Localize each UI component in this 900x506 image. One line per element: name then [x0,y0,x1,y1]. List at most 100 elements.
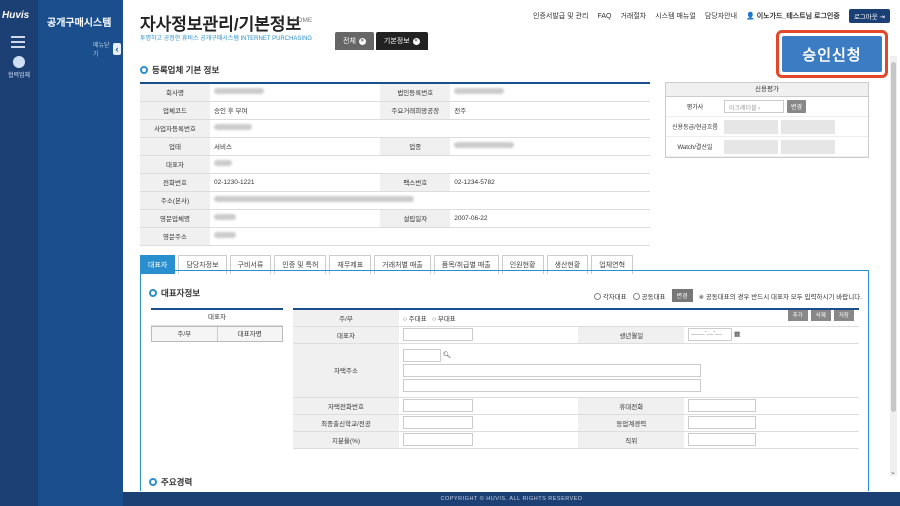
watch-label: Watch/결산일 [677,145,713,151]
tab-all[interactable]: 전체 ✕ [335,32,374,50]
radio-sub[interactable]: ○ 부대표 [432,316,456,323]
table-row: 영문업체명 설립일자 2007-06-22 [140,209,650,228]
rep-name-input[interactable] [403,328,473,341]
cell-label: 업체코드 [140,101,210,120]
radio-joint[interactable]: 공동대표 [632,291,666,301]
home-tel-input[interactable] [403,399,473,412]
search-icon[interactable]: 🔍︎ [443,352,451,359]
credit-grade-row: 신용등급/현금흐름 [666,117,868,137]
tab-basic-info[interactable]: 기본정보 ✕ [375,32,428,50]
cell-value: 승인 후 부여 [210,101,381,120]
vertical-scrollbar[interactable]: ⌄ [890,56,897,476]
cell-label: 대표자 [293,326,399,344]
career-input[interactable] [688,416,757,429]
cashflow-field [781,119,835,134]
rep-change-button[interactable]: 변경 [671,289,693,302]
radio-circle-icon [632,293,640,301]
col-rep-name: 대표자명 [216,327,283,341]
rep-section-title: 대표자정보 [149,287,200,299]
radio-label: 각자대표 [602,293,627,301]
mobile-input[interactable] [688,399,757,412]
redacted-value [214,124,252,130]
cell-value [684,397,859,415]
cell-label: 전화번호 [140,173,210,192]
grade-field [724,119,778,134]
table-row: 자택전화번호 휴대전화 [293,397,859,415]
nav-contact[interactable]: 담당자안내 [705,11,737,21]
cell-label: 주요거래희망공장 [380,101,451,120]
cell-label: 주소(본사) [140,191,210,210]
approve-request-button[interactable]: 승인신청 [782,36,882,72]
system-brand: 공개구매시스템 [47,18,112,29]
table-row: 업태 서비스 업종 [140,137,650,156]
share-input[interactable] [403,433,473,446]
birth-input[interactable]: ____-__-__ [688,328,733,341]
agency-change-button[interactable]: 변경 [787,100,807,113]
position-input[interactable] [688,433,757,446]
scroll-thumb[interactable] [891,62,896,412]
table-row: 주소(본사) [140,191,650,210]
logout-button[interactable]: 로그아웃 ⇥ [848,9,890,23]
table-row: 대표자 [140,155,650,174]
table-row: 영문주소 [140,227,650,246]
zip-input[interactable] [403,348,441,362]
cell-label: 대표자 [140,155,210,174]
calendar-icon[interactable]: ▦ [734,331,740,338]
main-sub-radios: ○ 주대표 ○ 부대표 [399,309,859,327]
biz-reg-value [210,119,650,138]
hamburger-menu-icon[interactable] [11,36,25,51]
cell-value: 2007-06-22 [450,209,650,228]
table-row: 회사명 법인등록번호 [140,83,650,102]
watch-field [724,139,778,154]
credit-agency-row: 평가사 이크레더블 › 변경 [666,97,868,117]
cell-label: 업태 [140,137,210,156]
rep-note: ※ 공동대표의 경우 반드시 대표자 모두 입력하시기 바랍니다. [698,293,862,301]
nav-cert[interactable]: 인증서발급 및 관리 [533,11,588,21]
radio-individual[interactable]: 각자대표 [593,291,627,301]
redacted-value [214,196,414,202]
radio-main[interactable]: ○ 주대표 [403,316,427,323]
company-info-table: 회사명 법인등록번호 업체코드 승인 후 부여 주요거래희망공장 전주 사업자등록번호 … [140,82,650,246]
partner-nav-label: 협력업체 [7,73,31,79]
cell-label: 설립일자 [380,209,451,228]
agency-label: 평가사 [686,105,704,111]
cell-label: 영문업체명 [140,209,210,228]
cell-value: 전주 [450,101,650,120]
career-section-title: 주요경력 [149,476,192,488]
settle-field [781,139,835,154]
approve-request-highlight: 승인신청 [776,30,888,78]
cell-label: 휴대전화 [578,397,685,415]
close-icon[interactable]: ✕ [412,37,420,45]
partner-nav[interactable]: 협력업체 [0,56,38,79]
table-row: 최종출신학교/전공 동업계경력 [293,414,859,432]
close-icon[interactable]: ✕ [358,37,366,45]
section-ring-icon [149,289,157,297]
cell-label: 생년월일 [578,326,685,344]
address2-input[interactable] [403,378,701,392]
menu-toggle[interactable]: 메뉴닫기 ‹ [93,42,123,58]
cell-label: 자택전화번호 [293,397,399,415]
rep-type-options: 각자대표 공동대표 변경 ※ 공동대표의 경우 반드시 대표자 모두 입력하시기… [593,289,862,302]
agency-select[interactable]: 이크레더블 › [724,100,784,113]
rep-title-text: 대표자정보 [161,288,201,298]
redacted-value [214,88,264,95]
eng-address-value [210,227,650,246]
cell-value [399,397,579,415]
home-breadcrumb[interactable]: ⌂ HOME [287,17,312,24]
chevron-down-icon[interactable]: ⌄ [890,468,896,476]
school-input[interactable] [403,416,473,429]
rep-list-columns: 주/부 대표자명 [151,326,283,342]
rep-list: 대표자 주/부 대표자명 [151,308,283,342]
address1-input[interactable] [403,363,701,377]
table-row: 자택주소 🔍︎ [293,343,859,398]
nav-faq[interactable]: FAQ [597,13,611,20]
nav-manual[interactable]: 시스템 매뉴얼 [655,11,696,21]
eng-name-value [210,209,381,228]
grade-label: 신용등급/현금흐름 [672,125,718,131]
page-subtitle: 투명하고 공정한 휴비스 공개구매시스템 INTERNET PURCHASING [140,36,313,42]
rep-list-head: 대표자 [151,310,283,326]
nav-process[interactable]: 거래절차 [620,11,646,21]
table-row: 대표자 생년월일 ____-__-__ ▦ [293,326,859,344]
cell-label: 주/부 [293,309,399,327]
sidebar: 공개구매시스템 메뉴닫기 ‹ [38,0,123,506]
